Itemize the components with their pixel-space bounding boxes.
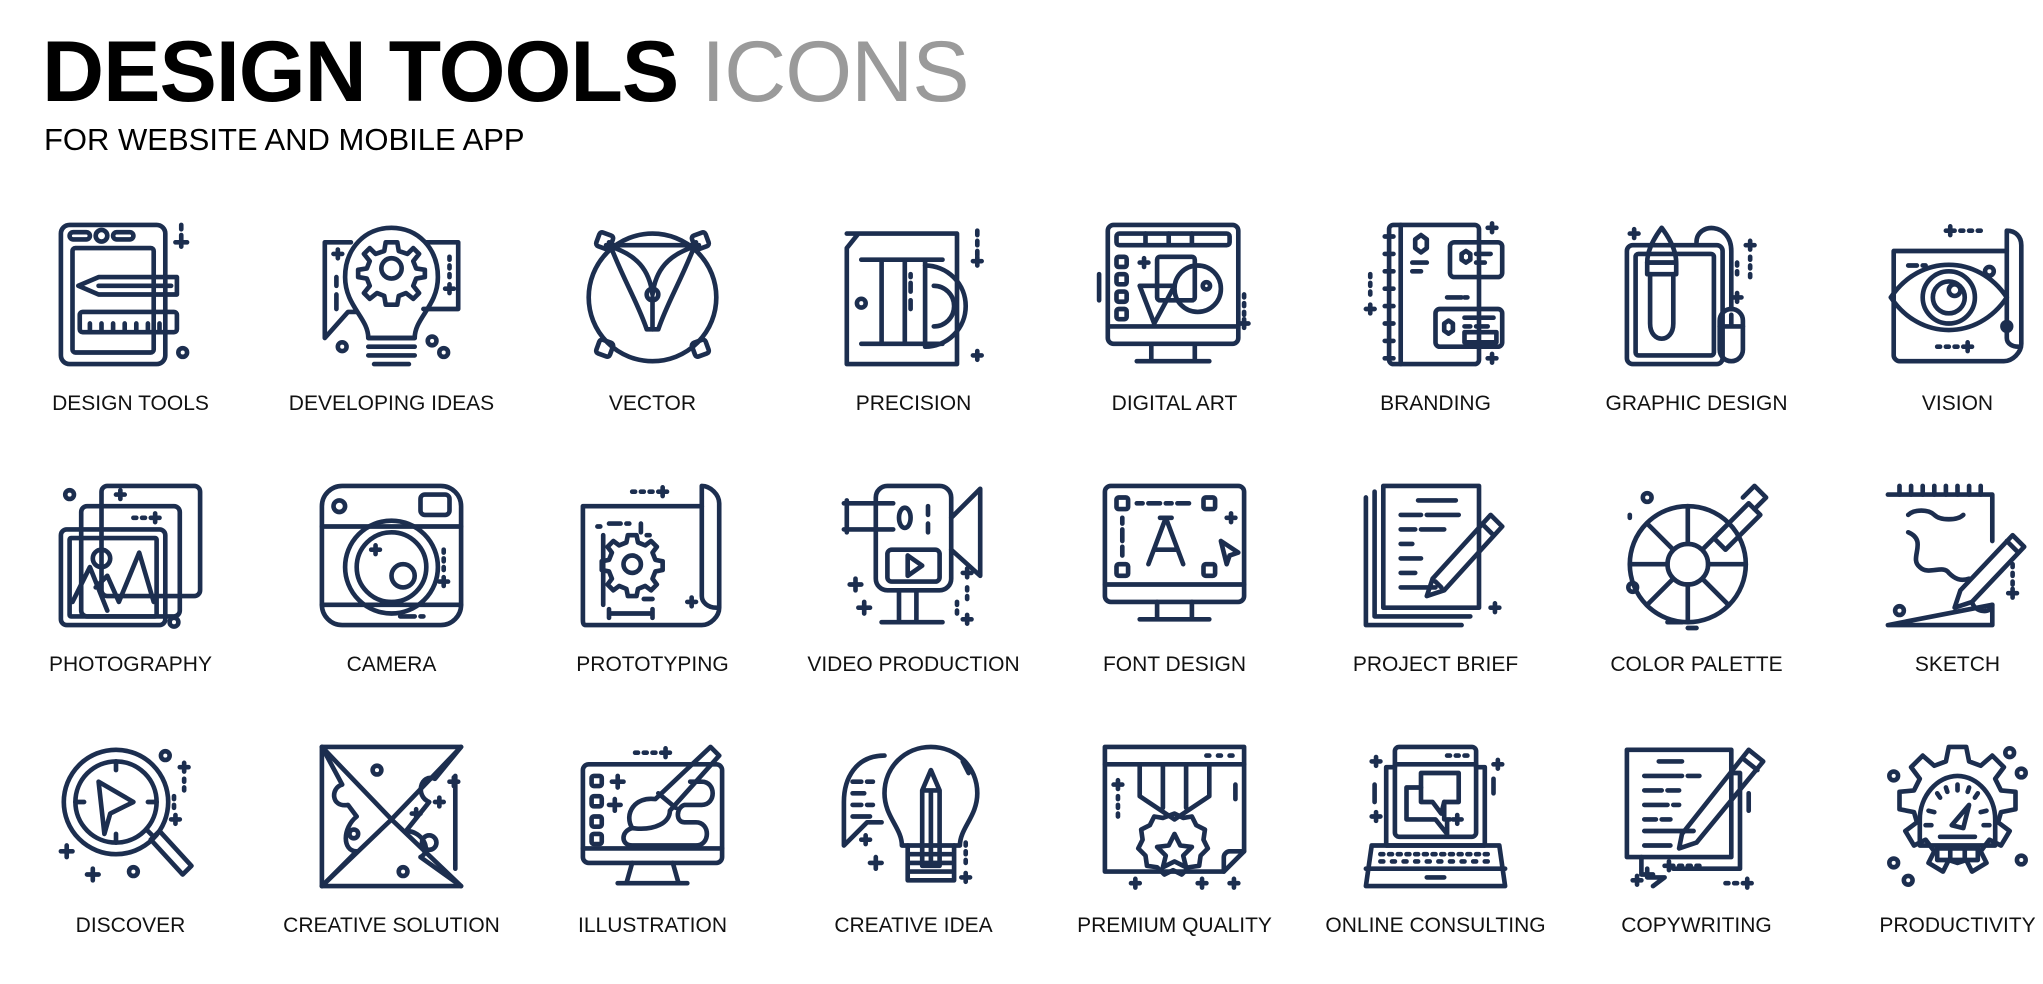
icon-tile: CREATIVE SOLUTION [261,744,522,984]
camera-icon [319,483,464,628]
title-bold: DESIGN TOOLS [42,24,679,120]
icon-label: VECTOR [608,392,697,415]
icon-label: PROTOTYPING [576,653,729,676]
digital-art-icon [1096,222,1251,364]
creative-idea-icon [841,744,980,885]
icon-tile: COPYWRITING [1566,744,1827,984]
icon-label: BRANDING [1380,392,1491,415]
icon-label: PREMIUM QUALITY [1077,914,1272,937]
icon-label: ONLINE CONSULTING [1325,914,1546,937]
icon-tile: BRANDING [1305,221,1566,462]
icon-label: CREATIVE SOLUTION [283,914,500,937]
icon-label: COPYWRITING [1621,914,1772,937]
icon-tile: PROTOTYPING [522,483,783,723]
premium-quality-icon [1102,744,1247,890]
graphic-design-icon [1624,225,1757,367]
icon-label: PROJECT BRIEF [1352,653,1519,676]
icon-tile: CAMERA [261,483,522,723]
icon-label: PRECISION [855,392,972,415]
sketch-icon [1885,483,2027,628]
online-consulting-icon [1363,744,1508,889]
font-design-icon [1102,483,1247,622]
copywriting-icon [1624,747,1766,890]
icon-tile: DIGITAL ART [1044,222,1305,462]
icon-tile: VISION [1827,222,2043,462]
icon-tile: PREMIUM QUALITY [1044,744,1305,984]
icon-label: VISION [1921,392,1994,415]
icon-tile: PHOTOGRAPHY [0,483,261,723]
branding-icon [1363,221,1505,367]
icon-label: DEVELOPING IDEAS [288,392,495,415]
developing-ideas-icon [322,225,461,367]
icon-label: DIGITAL ART [1111,392,1238,415]
page-subtitle: FOR WEBSITE AND MOBILE APP [44,122,525,157]
icon-label: VIDEO PRODUCTION [807,653,1020,676]
color-palette-icon [1626,483,1769,631]
page-title: DESIGN TOOLS ICONS [42,22,970,122]
icon-label: COLOR PALETTE [1610,653,1783,676]
icon-tile: DESIGN TOOLS [0,222,261,462]
icon-label: DESIGN TOOLS [52,392,209,415]
icon-label: DISCOVER [75,914,186,937]
icon-tile: SKETCH [1827,483,2043,723]
icon-tile: PRODUCTIVITY [1827,744,2043,984]
icon-tile: PRECISION [783,222,1044,462]
vision-icon [1888,224,2024,364]
photography-icon [58,483,203,629]
icon-tile: DEVELOPING IDEAS [261,222,522,462]
video-production-icon [841,483,983,626]
icon-tile: FONT DESIGN [1044,483,1305,723]
icon-tile: GRAPHIC DESIGN [1566,222,1827,462]
icon-tile: CREATIVE IDEA [783,744,1044,984]
icon-tile: VECTOR [522,222,783,462]
icon-label: CAMERA [346,653,437,676]
project-brief-icon [1363,483,1505,628]
icon-label: ILLUSTRATION [578,914,727,937]
icon-label: GRAPHIC DESIGN [1605,392,1788,415]
icon-label: CREATIVE IDEA [834,914,993,937]
icon-tile: COLOR PALETTE [1566,483,1827,723]
title-light: ICONS [701,24,969,120]
precision-icon [844,228,984,367]
illustration-icon [580,744,725,886]
prototyping-icon [580,483,722,628]
icon-tile: ONLINE CONSULTING [1305,744,1566,984]
icon-label: FONT DESIGN [1102,653,1247,676]
productivity-icon [1887,744,2028,887]
design-tools-icon [58,222,190,367]
icon-tile: VIDEO PRODUCTION [783,483,1044,723]
icon-label: SKETCH [1914,653,2001,676]
icon-label: PHOTOGRAPHY [49,653,212,676]
discover-icon [58,747,194,883]
icon-tile: ILLUSTRATION [522,744,783,984]
icon-tile: DISCOVER [0,744,261,984]
icon-tile: PROJECT BRIEF [1305,483,1566,723]
vector-icon [586,230,719,364]
creative-solution-icon [319,744,464,889]
icon-label: PRODUCTIVITY [1879,914,2036,937]
